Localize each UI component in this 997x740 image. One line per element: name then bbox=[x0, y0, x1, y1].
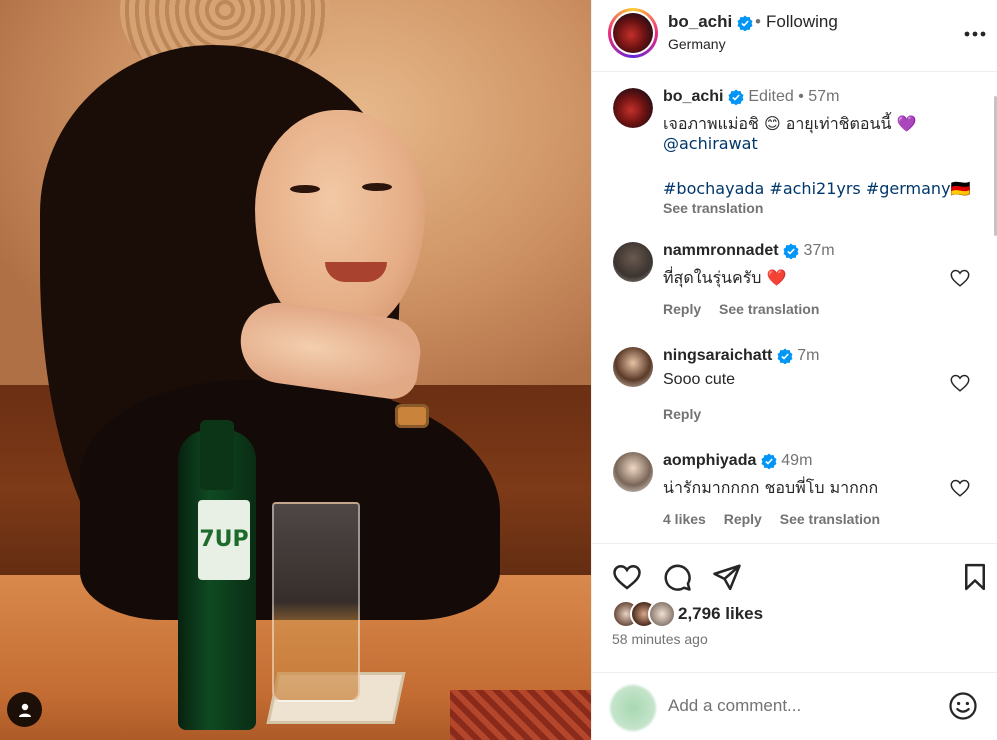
author-username[interactable]: bo_achi bbox=[668, 12, 753, 32]
caption-avatar-image bbox=[613, 88, 653, 128]
see-translation-button[interactable]: See translation bbox=[780, 511, 880, 527]
emoji-icon[interactable] bbox=[948, 691, 978, 721]
verified-icon bbox=[737, 15, 753, 31]
more-options-button[interactable] bbox=[962, 22, 988, 46]
comment-avatar[interactable] bbox=[613, 452, 653, 492]
comment-username[interactable]: aomphiyada bbox=[663, 452, 756, 469]
comment-header: nammronnadet 37m bbox=[663, 242, 835, 260]
photo-watch bbox=[395, 404, 429, 428]
comment-text: Sooo cute bbox=[663, 371, 736, 388]
caption-edited: Edited bbox=[748, 88, 794, 105]
caption-avatar[interactable] bbox=[613, 88, 653, 128]
comment-time[interactable]: 7m bbox=[797, 347, 819, 364]
header-separator: • bbox=[755, 12, 761, 31]
photo-eye-right bbox=[362, 183, 392, 191]
photo-bottle bbox=[178, 420, 256, 730]
comment-actions: Reply See translation bbox=[663, 301, 833, 317]
comment-avatar[interactable] bbox=[613, 242, 653, 282]
comments-scrollbar[interactable] bbox=[991, 76, 997, 542]
verified-icon bbox=[777, 348, 793, 364]
verified-icon bbox=[761, 453, 777, 469]
user-tag-button[interactable] bbox=[7, 692, 42, 727]
caption-mention[interactable]: @achirawat bbox=[663, 134, 758, 153]
photo-face bbox=[255, 110, 425, 335]
caption-time[interactable]: 57m bbox=[808, 88, 839, 105]
author-username-text: bo_achi bbox=[668, 12, 733, 31]
comment-text: ที่สุดในรุ่นครับ ❤️ bbox=[663, 268, 787, 287]
comment-input[interactable] bbox=[668, 693, 928, 719]
caption-dot: • bbox=[798, 88, 804, 105]
author-avatar[interactable] bbox=[608, 8, 658, 58]
comment-actions: Reply bbox=[663, 406, 715, 422]
verified-icon bbox=[783, 243, 799, 259]
post-header: bo_achi • Following Germany bbox=[592, 0, 997, 72]
heart-icon[interactable] bbox=[612, 562, 642, 592]
caption-header: bo_achi Edited • 57m bbox=[663, 88, 839, 106]
post-location[interactable]: Germany bbox=[668, 36, 726, 52]
reply-button[interactable]: Reply bbox=[663, 301, 701, 317]
comment-text: น่ารักมากกกก ชอบพี่โบ มากกก bbox=[663, 478, 879, 497]
photo-glass bbox=[272, 502, 360, 702]
comment-like-icon[interactable] bbox=[949, 267, 971, 289]
photo-bottle-label: 7UP bbox=[198, 500, 250, 580]
reply-button[interactable]: Reply bbox=[724, 511, 762, 527]
comment-header: aomphiyada 49m bbox=[663, 452, 812, 470]
verified-icon bbox=[728, 89, 744, 105]
caption-username[interactable]: bo_achi bbox=[663, 88, 723, 105]
post-time[interactable]: 58 minutes ago bbox=[612, 631, 708, 647]
add-comment-bar bbox=[592, 672, 997, 740]
comment-likes-count[interactable]: 4 likes bbox=[663, 511, 706, 527]
photo-eye-left bbox=[290, 185, 320, 193]
caption-hashtags[interactable]: #bochayada #achi21yrs #germany🇩🇪 bbox=[663, 179, 970, 198]
comment-actions: 4 likes Reply See translation bbox=[663, 511, 894, 527]
share-icon[interactable] bbox=[712, 562, 742, 592]
following-button[interactable]: Following bbox=[766, 12, 838, 32]
photo-mat bbox=[450, 690, 591, 740]
comment-username[interactable]: nammronnadet bbox=[663, 242, 779, 259]
comment-time[interactable]: 49m bbox=[781, 452, 812, 469]
post-sidebar: bo_achi • Following Germany bo_achi Edit… bbox=[591, 0, 997, 740]
liker-avatar bbox=[648, 600, 676, 628]
comment-icon[interactable] bbox=[662, 562, 692, 592]
post-photo[interactable]: 7UP bbox=[0, 0, 591, 740]
more-horizontal-icon bbox=[964, 31, 986, 37]
comment-like-icon[interactable] bbox=[949, 372, 971, 394]
bookmark-icon[interactable] bbox=[960, 562, 990, 592]
reply-button[interactable]: Reply bbox=[663, 406, 701, 422]
likes-count[interactable]: 2,796 likes bbox=[678, 604, 763, 624]
current-user-avatar bbox=[610, 685, 656, 731]
see-translation-button[interactable]: See translation bbox=[719, 301, 819, 317]
user-tag-icon bbox=[18, 703, 31, 717]
comment-header: ningsaraichatt 7m bbox=[663, 347, 820, 365]
comment-like-icon[interactable] bbox=[949, 477, 971, 499]
comments-list[interactable]: bo_achi Edited • 57m เจอภาพแม่อชิ 😊 อายุ… bbox=[592, 72, 997, 542]
comment-time[interactable]: 37m bbox=[803, 242, 834, 259]
caption-see-translation[interactable]: See translation bbox=[663, 200, 763, 216]
comment-avatar[interactable] bbox=[613, 347, 653, 387]
comment-username[interactable]: ningsaraichatt bbox=[663, 347, 772, 364]
author-avatar-image bbox=[613, 13, 653, 53]
